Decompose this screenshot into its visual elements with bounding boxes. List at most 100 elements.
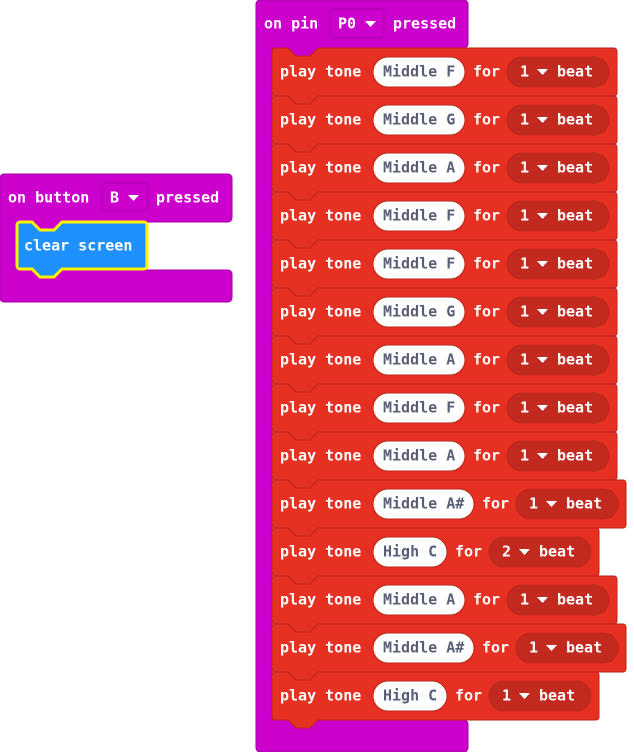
- for-label: for: [473, 159, 500, 177]
- beat-dropdown[interactable]: 1 beat: [515, 488, 619, 520]
- note-value: Middle A: [383, 447, 455, 465]
- beat-label: beat: [557, 303, 593, 321]
- beat-label: beat: [539, 543, 575, 561]
- pin-dropdown[interactable]: P0: [329, 8, 385, 39]
- play-tone-label: play tone: [280, 351, 361, 369]
- note-input[interactable]: Middle A: [372, 152, 466, 184]
- note-input[interactable]: Middle A: [372, 440, 466, 472]
- beat-count: 1: [520, 399, 529, 417]
- play-tone-block[interactable]: play tone High C for 1 beat: [271, 671, 600, 729]
- for-label: for: [473, 207, 500, 225]
- beat-count: 1: [529, 639, 538, 657]
- beat-dropdown[interactable]: 1 beat: [506, 104, 610, 136]
- button-value: B: [110, 189, 119, 207]
- play-tone-label: play tone: [280, 639, 361, 657]
- play-tone-label: play tone: [280, 207, 361, 225]
- beat-count: 1: [520, 303, 529, 321]
- on-pin-label: on pin: [264, 15, 318, 33]
- beat-count: 1: [520, 591, 529, 609]
- note-input[interactable]: High C: [372, 680, 448, 712]
- note-input[interactable]: Middle G: [372, 296, 466, 328]
- note-value: Middle A#: [383, 639, 464, 657]
- beat-dropdown[interactable]: 1 beat: [488, 680, 592, 712]
- note-value: Middle F: [383, 399, 455, 417]
- note-value: Middle A: [383, 159, 455, 177]
- note-input[interactable]: Middle A#: [372, 488, 475, 520]
- beat-count: 2: [502, 543, 511, 561]
- beat-dropdown[interactable]: 1 beat: [506, 152, 610, 184]
- note-value: Middle G: [383, 111, 455, 129]
- beat-label: beat: [557, 399, 593, 417]
- play-tone-stack: play tone Middle F for 1 beat play tone Middle…: [271, 47, 627, 729]
- note-value: High C: [383, 687, 437, 705]
- note-input[interactable]: Middle F: [372, 200, 466, 232]
- for-label: for: [455, 687, 482, 705]
- beat-count: 1: [520, 159, 529, 177]
- for-label: for: [473, 351, 500, 369]
- on-button-label: on button: [8, 189, 89, 207]
- note-input[interactable]: Middle G: [372, 104, 466, 136]
- play-tone-label: play tone: [280, 111, 361, 129]
- beat-count: 1: [520, 63, 529, 81]
- beat-count: 1: [520, 207, 529, 225]
- play-tone-label: play tone: [280, 591, 361, 609]
- beat-dropdown[interactable]: 1 beat: [506, 248, 610, 280]
- on-pin-pressed-block[interactable]: on pin P0 pressed play tone Middle F for 1 b…: [255, 0, 627, 752]
- beat-dropdown[interactable]: 1 beat: [506, 584, 610, 616]
- clear-screen-block[interactable]: clear screen: [15, 220, 149, 279]
- beat-dropdown[interactable]: 1 beat: [506, 344, 610, 376]
- beat-label: beat: [557, 111, 593, 129]
- on-button-pressed-block[interactable]: on button B pressed clear screen: [0, 173, 233, 303]
- note-value: Middle G: [383, 303, 455, 321]
- beat-dropdown[interactable]: 1 beat: [506, 296, 610, 328]
- beat-count: 1: [520, 111, 529, 129]
- clear-screen-label: clear screen: [24, 237, 132, 255]
- beat-label: beat: [557, 447, 593, 465]
- pressed-label: pressed: [393, 15, 456, 33]
- note-input[interactable]: Middle F: [372, 56, 466, 88]
- for-label: for: [473, 63, 500, 81]
- beat-label: beat: [557, 591, 593, 609]
- note-input[interactable]: Middle F: [372, 248, 466, 280]
- note-value: Middle F: [383, 255, 455, 273]
- play-tone-label: play tone: [280, 399, 361, 417]
- beat-label: beat: [557, 207, 593, 225]
- play-tone-label: play tone: [280, 303, 361, 321]
- play-tone-label: play tone: [280, 63, 361, 81]
- beat-label: beat: [557, 351, 593, 369]
- beat-count: 1: [520, 351, 529, 369]
- beat-count: 1: [502, 687, 511, 705]
- beat-label: beat: [566, 495, 602, 513]
- beat-dropdown[interactable]: 1 beat: [506, 200, 610, 232]
- blocks-workspace[interactable]: on button B pressed clear screen on pin …: [0, 0, 634, 752]
- beat-dropdown[interactable]: 2 beat: [488, 536, 592, 568]
- beat-dropdown[interactable]: 1 beat: [506, 392, 610, 424]
- for-label: for: [473, 447, 500, 465]
- beat-label: beat: [557, 159, 593, 177]
- note-input[interactable]: Middle A: [372, 344, 466, 376]
- beat-count: 1: [520, 447, 529, 465]
- pressed-label: pressed: [156, 189, 219, 207]
- note-input[interactable]: Middle A#: [372, 632, 475, 664]
- play-tone-label: play tone: [280, 543, 361, 561]
- note-value: Middle F: [383, 207, 455, 225]
- note-input[interactable]: Middle F: [372, 392, 466, 424]
- button-dropdown[interactable]: B: [101, 182, 149, 212]
- play-tone-label: play tone: [280, 495, 361, 513]
- play-tone-label: play tone: [280, 255, 361, 273]
- for-label: for: [455, 543, 482, 561]
- note-input[interactable]: Middle A: [372, 584, 466, 616]
- beat-dropdown[interactable]: 1 beat: [506, 56, 610, 88]
- for-label: for: [473, 303, 500, 321]
- note-input[interactable]: High C: [372, 536, 448, 568]
- beat-label: beat: [566, 639, 602, 657]
- play-tone-label: play tone: [280, 159, 361, 177]
- note-value: Middle A: [383, 591, 455, 609]
- beat-dropdown[interactable]: 1 beat: [506, 440, 610, 472]
- note-value: Middle F: [383, 63, 455, 81]
- beat-label: beat: [539, 687, 575, 705]
- beat-count: 1: [520, 255, 529, 273]
- beat-dropdown[interactable]: 1 beat: [515, 632, 619, 664]
- for-label: for: [473, 255, 500, 273]
- for-label: for: [473, 399, 500, 417]
